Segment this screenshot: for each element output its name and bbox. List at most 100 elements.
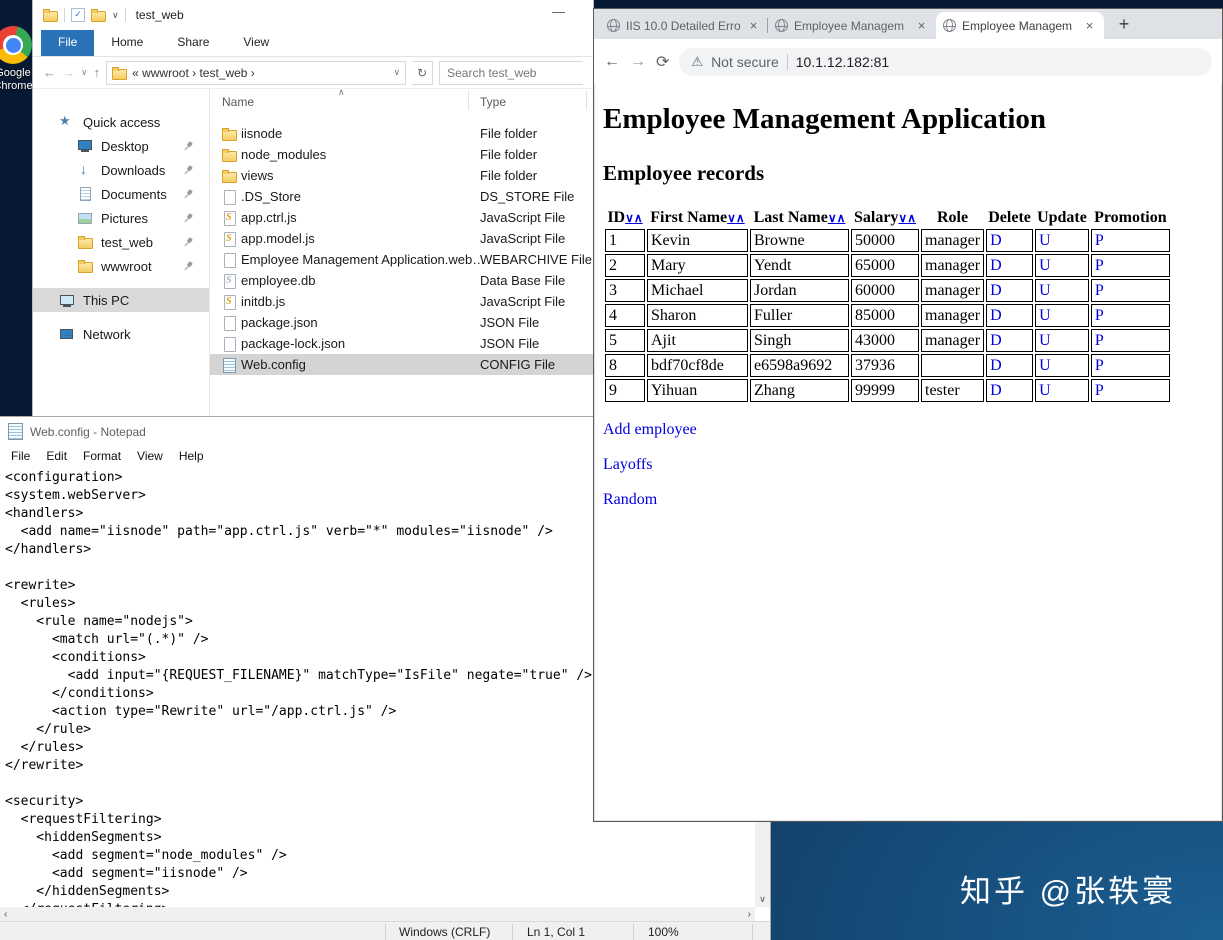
menu-file[interactable]: File <box>3 446 38 467</box>
row-promotion-link[interactable]: P <box>1095 332 1104 349</box>
row-update-link[interactable]: U <box>1039 332 1051 349</box>
sidebar-item-desktop[interactable]: Desktop <box>33 134 209 158</box>
column-divider[interactable] <box>586 91 587 110</box>
file-row[interactable]: package.jsonJSON File <box>210 312 593 333</box>
sort-desc-link[interactable]: ∨ <box>828 211 837 225</box>
sort-asc-link[interactable]: ∧ <box>907 211 916 225</box>
new-tab-button[interactable]: + <box>1110 10 1138 38</box>
menu-help[interactable]: Help <box>171 446 212 467</box>
sort-asc-link[interactable]: ∧ <box>736 211 745 225</box>
sort-desc-link[interactable]: ∨ <box>727 211 736 225</box>
file-type: File folder <box>480 168 537 183</box>
address-omnibox[interactable]: ⚠ Not secure 10.1.12.182:81 <box>679 48 1212 76</box>
file-row[interactable]: app.model.jsJavaScript File <box>210 228 593 249</box>
address-dropdown-icon[interactable]: ∨ <box>394 67 401 78</box>
sidebar-item-network[interactable]: Network <box>33 322 209 346</box>
sort-asc-link[interactable]: ∧ <box>837 211 846 225</box>
page-link-layoffs[interactable]: Layoffs <box>603 456 652 473</box>
tab-close-icon[interactable]: × <box>746 18 761 33</box>
row-delete-link[interactable]: D <box>990 307 1002 324</box>
sort-desc-link[interactable]: ∨ <box>898 211 907 225</box>
sort-desc-link[interactable]: ∨ <box>625 211 634 225</box>
forward-icon[interactable]: → <box>630 53 646 71</box>
tab-close-icon[interactable]: × <box>914 18 929 33</box>
menu-view[interactable]: View <box>129 446 171 467</box>
file-row[interactable]: package-lock.jsonJSON File <box>210 333 593 354</box>
row-promotion-link[interactable]: P <box>1095 382 1104 399</box>
back-icon[interactable]: ← <box>604 53 620 71</box>
row-delete-link[interactable]: D <box>990 357 1002 374</box>
sidebar-item-this-pc[interactable]: This PC <box>33 288 209 312</box>
row-promotion-link[interactable]: P <box>1095 357 1104 374</box>
sidebar-item-pictures[interactable]: Pictures <box>33 206 209 230</box>
browser-tab-3[interactable]: Employee Managem× <box>936 12 1104 39</box>
scroll-left-icon[interactable]: ‹ <box>4 909 7 920</box>
cell-delete: D <box>986 279 1033 302</box>
menu-edit[interactable]: Edit <box>38 446 75 467</box>
browser-tab-2[interactable]: Employee Managem× <box>768 12 936 39</box>
menu-format[interactable]: Format <box>75 446 129 467</box>
row-update-link[interactable]: U <box>1039 382 1051 399</box>
row-promotion-link[interactable]: P <box>1095 307 1104 324</box>
page-link-add-employee[interactable]: Add employee <box>603 421 697 438</box>
new-folder-icon[interactable] <box>91 9 106 21</box>
history-dropdown-icon[interactable]: ∨ <box>81 67 88 78</box>
up-icon[interactable]: ↑ <box>94 65 101 80</box>
explorer-tab-share[interactable]: Share <box>160 30 226 56</box>
browser-tab-1[interactable]: IIS 10.0 Detailed Erro× <box>600 12 768 39</box>
tab-close-icon[interactable]: × <box>1082 18 1097 33</box>
scroll-down-icon[interactable]: ∨ <box>755 894 770 905</box>
file-row[interactable]: employee.dbData Base File <box>210 270 593 291</box>
row-delete-link[interactable]: D <box>990 282 1002 299</box>
file-row[interactable]: iisnodeFile folder <box>210 123 593 144</box>
warning-icon[interactable]: ⚠ <box>691 54 703 70</box>
search-input[interactable] <box>440 62 596 84</box>
row-promotion-link[interactable]: P <box>1095 257 1104 274</box>
url-text[interactable]: 10.1.12.182:81 <box>796 54 889 70</box>
file-row[interactable]: app.ctrl.jsJavaScript File <box>210 207 593 228</box>
scroll-right-icon[interactable]: › <box>748 909 751 920</box>
file-row[interactable]: node_modulesFile folder <box>210 144 593 165</box>
back-icon[interactable]: ← <box>43 65 56 80</box>
page-link-random[interactable]: Random <box>603 491 657 508</box>
address-bar[interactable]: « wwwroot › test_web › ∨ <box>106 61 406 85</box>
column-header-name[interactable]: Name <box>222 95 254 109</box>
row-delete-link[interactable]: D <box>990 232 1002 249</box>
cell-role: manager <box>921 229 984 252</box>
row-delete-link[interactable]: D <box>990 257 1002 274</box>
column-header-type[interactable]: Type <box>480 95 506 109</box>
row-promotion-link[interactable]: P <box>1095 232 1104 249</box>
row-delete-link[interactable]: D <box>990 382 1002 399</box>
refresh-button[interactable]: ↻ <box>412 61 433 85</box>
minimize-button[interactable]: — <box>552 4 565 19</box>
horizontal-scrollbar[interactable]: ‹ › <box>0 907 755 922</box>
sort-asc-link[interactable]: ∧ <box>634 211 643 225</box>
sidebar-item-documents[interactable]: Documents <box>33 182 209 206</box>
explorer-tab-view[interactable]: View <box>226 30 286 56</box>
row-promotion-link[interactable]: P <box>1095 282 1104 299</box>
file-row[interactable]: Web.configCONFIG File <box>210 354 593 375</box>
file-row[interactable]: .DS_StoreDS_STORE File <box>210 186 593 207</box>
row-update-link[interactable]: U <box>1039 282 1051 299</box>
properties-check-icon[interactable]: ✓ <box>71 8 85 22</box>
explorer-tab-file[interactable]: File <box>41 30 94 56</box>
sidebar-item-wwwroot[interactable]: wwwroot <box>33 254 209 278</box>
sidebar-item-test-web[interactable]: test_web <box>33 230 209 254</box>
security-label[interactable]: Not secure <box>711 54 779 70</box>
row-update-link[interactable]: U <box>1039 307 1051 324</box>
sidebar-item-quick-access[interactable]: Quick access <box>33 110 209 134</box>
row-update-link[interactable]: U <box>1039 257 1051 274</box>
file-row[interactable]: viewsFile folder <box>210 165 593 186</box>
reload-icon[interactable]: ⟳ <box>656 52 669 72</box>
qat-customize-icon[interactable]: ∨ <box>112 10 119 21</box>
forward-icon[interactable]: → <box>62 65 75 80</box>
row-update-link[interactable]: U <box>1039 357 1051 374</box>
breadcrumb[interactable]: « wwwroot › test_web › <box>132 66 388 80</box>
sidebar-item-downloads[interactable]: Downloads <box>33 158 209 182</box>
explorer-tab-home[interactable]: Home <box>94 30 160 56</box>
column-divider[interactable] <box>468 91 469 110</box>
row-delete-link[interactable]: D <box>990 332 1002 349</box>
file-row[interactable]: Employee Management Application.web…WEBA… <box>210 249 593 270</box>
file-row[interactable]: initdb.jsJavaScript File <box>210 291 593 312</box>
row-update-link[interactable]: U <box>1039 232 1051 249</box>
